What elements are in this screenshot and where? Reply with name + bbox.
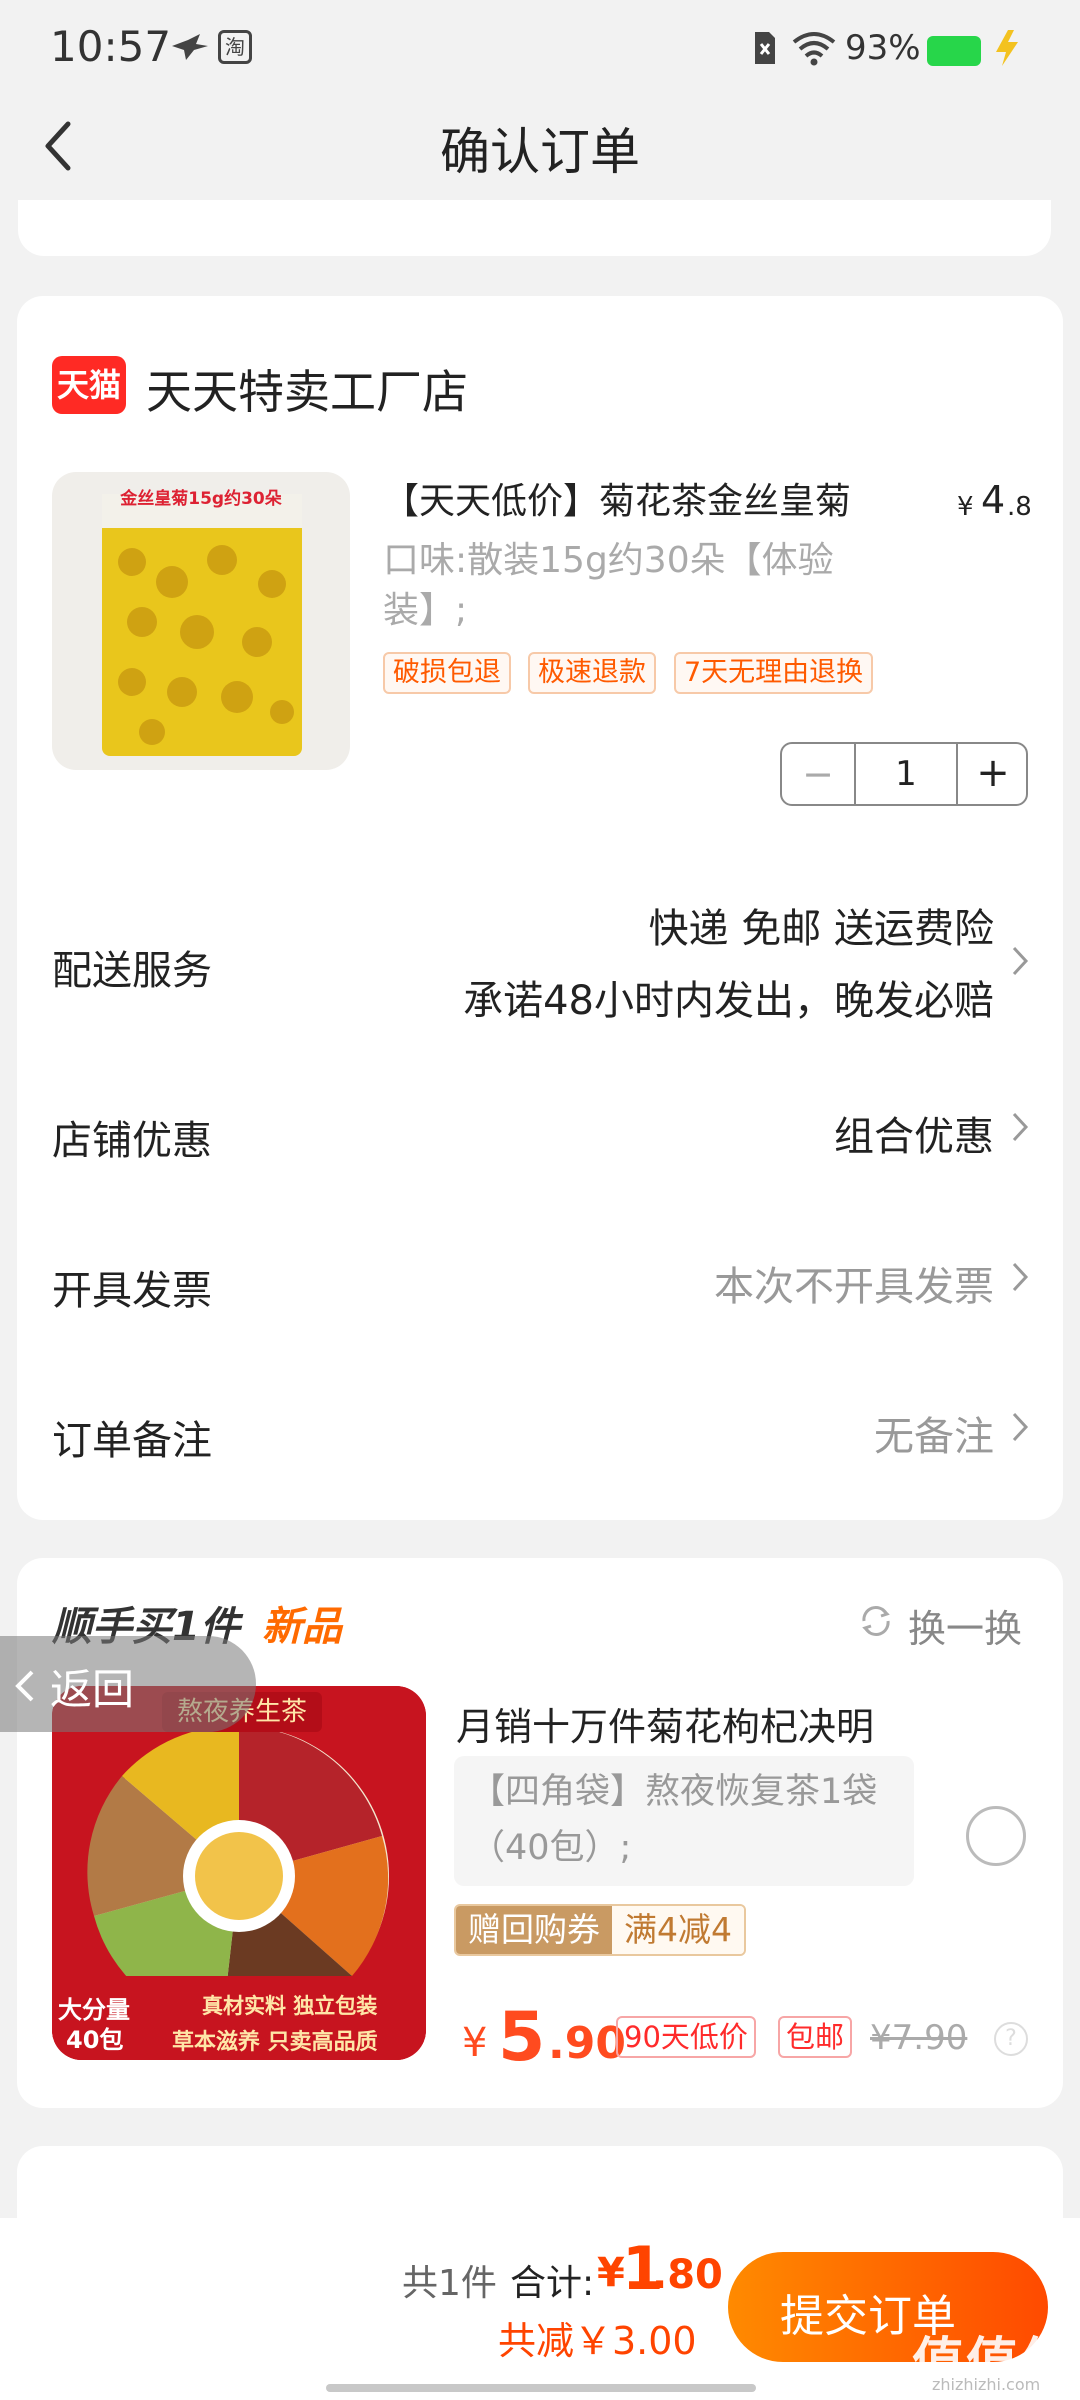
total-decimal: .80 — [652, 2252, 723, 2298]
service-tag-damage-refund: 破损包退 — [383, 652, 511, 694]
total-label: 合计: — [510, 2263, 595, 2304]
page-title: 确认订单 — [440, 123, 640, 181]
product-image[interactable]: 金丝皇菊15g约30朵 — [52, 472, 350, 770]
invoice-chevron-right-icon[interactable] — [1010, 1260, 1030, 1294]
upsell-image-strip1: 真材实料 独立包装 — [202, 1994, 378, 2018]
upsell-product-image[interactable]: 熬夜养生茶 大分量 40包 真材实料 独立包装 草本滋养 只卖高品质 — [52, 1686, 426, 2060]
delivery-label: 配送服务 — [52, 948, 212, 994]
help-icon[interactable]: ? — [994, 2022, 1028, 2056]
upsell-coupon: 赠回购券 满4减4 — [454, 1904, 746, 1956]
invoice-label: 开具发票 — [52, 1268, 212, 1314]
product-title[interactable]: 【天天低价】菊花茶金丝皇菊 — [383, 472, 851, 524]
battery-percentage: 93% — [845, 28, 921, 68]
delivery-line2[interactable]: 承诺48小时内发出，晚发必赔 — [463, 968, 994, 1026]
quantity-minus-button[interactable]: − — [782, 744, 856, 804]
battery-icon — [927, 36, 981, 66]
coupon-type: 赠回购券 — [456, 1906, 612, 1954]
sim-card-icon — [755, 32, 775, 64]
home-indicator[interactable] — [326, 2384, 756, 2392]
upsell-price-decimal: .90 — [548, 2018, 626, 2069]
item-count: 共1件 — [402, 2263, 497, 2304]
quantity-plus-button[interactable]: + — [956, 744, 1028, 804]
total-saved[interactable]: 共减￥3.00 — [498, 2310, 697, 2365]
order-note-value[interactable]: 无备注 — [874, 1404, 994, 1462]
shop-discount-label: 店铺优惠 — [52, 1118, 212, 1164]
product-image-label: 金丝皇菊15g约30朵 — [120, 489, 282, 509]
discount-chevron-right-icon[interactable] — [1010, 1110, 1030, 1144]
refresh-button[interactable]: 换一换 — [908, 1598, 1022, 1653]
upsell-original-price: ¥7.90 — [870, 2018, 968, 2058]
previous-card-edge — [18, 200, 1051, 256]
product-price-integer: 4 — [981, 478, 1006, 522]
total-symbol: ¥ — [597, 2250, 625, 2296]
service-tag-fast-refund: 极速退款 — [528, 652, 656, 694]
shop-discount-value[interactable]: 组合优惠 — [834, 1104, 994, 1162]
coupon-rule: 满4减4 — [612, 1906, 744, 1954]
delivery-line1[interactable]: 快递 免邮 送运费险 — [649, 896, 994, 954]
delivery-chevron-right-icon[interactable] — [1010, 944, 1030, 978]
floating-back-chevron-icon — [15, 1670, 34, 1702]
upsell-spec[interactable]: 【四角袋】熬夜恢复茶1袋（40包）; — [470, 1764, 900, 1876]
upsell-select-radio[interactable] — [966, 1806, 1026, 1866]
note-chevron-right-icon[interactable] — [1010, 1410, 1030, 1444]
upsell-price-symbol: ¥ — [462, 2020, 488, 2066]
status-time: 10:57 — [50, 22, 172, 71]
upsell-product-name[interactable]: 月销十万件菊花枸杞决明 — [456, 1696, 874, 1751]
upsell-image-strip2: 草本滋养 只卖高品质 — [172, 2030, 378, 2055]
refresh-icon[interactable] — [858, 1603, 894, 1639]
watermark-url: zhizhizhi.com — [932, 2375, 1041, 2394]
quantity-stepper: − 1 + — [780, 742, 1028, 806]
invoice-value[interactable]: 本次不开具发票 — [714, 1254, 994, 1312]
chrysanthemum-bag-image — [102, 494, 302, 756]
tmall-badge-icon: 天猫 — [52, 356, 126, 414]
quantity-value[interactable]: 1 — [856, 744, 956, 804]
upsell-tag-lowprice: 90天低价 — [616, 2016, 756, 2058]
shop-name[interactable]: 天天特卖工厂店 — [146, 356, 468, 422]
service-tag-7day-return: 7天无理由退换 — [674, 652, 874, 694]
upsell-tag-freeship: 包邮 — [778, 2016, 853, 2058]
wifi-icon — [792, 32, 836, 66]
notification-bird-icon — [172, 34, 208, 60]
taobao-app-icon: 淘 — [218, 30, 252, 64]
product-price-symbol: ¥ — [957, 492, 974, 522]
product-price-decimal: .8 — [1007, 492, 1032, 522]
upsell-image-badge2: 40包 — [66, 2026, 124, 2054]
upsell-price-integer: 5 — [498, 1998, 546, 2077]
charging-bolt-icon — [996, 30, 1018, 66]
upsell-new-label: 新品 — [262, 1604, 342, 1650]
order-note-label: 订单备注 — [52, 1418, 212, 1464]
product-spec[interactable]: 口味:散装15g约30朵【体验装】; — [383, 536, 903, 636]
floating-back-label[interactable]: 返回 — [50, 1656, 134, 1717]
